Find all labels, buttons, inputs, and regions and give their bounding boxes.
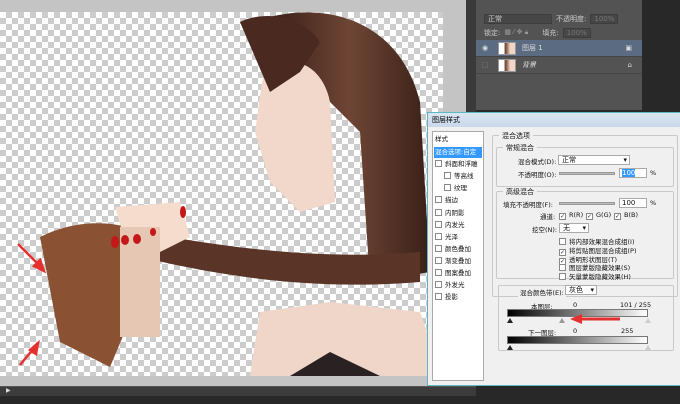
group-title: 高级混合 bbox=[503, 187, 537, 197]
dialog-title: 图层样式 bbox=[428, 113, 680, 127]
style-item[interactable]: 光泽 bbox=[435, 232, 458, 243]
layer-style-dialog: 图层样式 样式 混合选项:自定 斜面和浮雕等高线纹理描边内阴影内发光光泽颜色叠加… bbox=[427, 112, 680, 386]
fill-input[interactable]: 100% bbox=[562, 27, 591, 38]
style-list: 样式 混合选项:自定 斜面和浮雕等高线纹理描边内阴影内发光光泽颜色叠加渐变叠加图… bbox=[432, 131, 484, 381]
layer-thumbnail bbox=[498, 41, 516, 55]
styles-header[interactable]: 样式 bbox=[435, 134, 448, 145]
layer-row[interactable]: ◉ 图层 1 ▣ bbox=[476, 40, 642, 57]
checkbox[interactable] bbox=[435, 244, 442, 252]
eye-icon[interactable]: ◉ bbox=[476, 44, 494, 52]
this-layer-high-value: 101 / 255 bbox=[620, 301, 652, 309]
lock-icon[interactable]: ▦ ⁄ ✥ 🔒︎ bbox=[504, 28, 528, 37]
underlying-low-value: 0 bbox=[573, 327, 578, 335]
style-item-label: 外发光 bbox=[445, 281, 465, 290]
advanced-option-checkbox[interactable]: 矢量蒙版隐藏效果(H) bbox=[559, 271, 631, 281]
layer-thumbnail bbox=[498, 58, 516, 72]
opacity-label: 不透明度(O): bbox=[518, 171, 557, 179]
red-arrow-icon bbox=[17, 243, 47, 366]
style-item-label: 渐变叠加 bbox=[445, 256, 471, 265]
checkbox[interactable] bbox=[435, 208, 442, 216]
panel-gutter bbox=[642, 0, 680, 110]
style-item[interactable]: 等高线 bbox=[444, 171, 474, 182]
checkbox[interactable] bbox=[435, 281, 442, 289]
layer-name: 图层 1 bbox=[522, 44, 543, 52]
fill-opacity-input[interactable]: 100 bbox=[619, 198, 647, 208]
underlying-layer-gradient bbox=[507, 336, 648, 344]
opacity-input[interactable]: 100 bbox=[619, 168, 647, 178]
style-item-label: 图案叠加 bbox=[445, 269, 471, 277]
knockout-select[interactable]: 无 bbox=[559, 223, 589, 233]
this-layer-low-value: 0 bbox=[573, 301, 578, 309]
checkbox[interactable] bbox=[435, 220, 442, 228]
underlying-high-value: 255 bbox=[621, 327, 634, 335]
smart-object-icon: ▣ bbox=[625, 44, 632, 52]
style-item-label: 等高线 bbox=[454, 172, 474, 181]
style-item[interactable]: 外发光 bbox=[435, 280, 465, 291]
fill-label: 填充: bbox=[542, 28, 559, 37]
checkbox[interactable] bbox=[435, 256, 442, 264]
style-item-label: 光泽 bbox=[445, 232, 458, 241]
underlying-black-slider[interactable] bbox=[507, 345, 513, 350]
blend-mode-label: 混合模式(D): bbox=[518, 158, 557, 166]
checkbox[interactable] bbox=[444, 184, 451, 192]
style-item-label: 纹理 bbox=[454, 184, 467, 193]
play-icon[interactable]: ▶ bbox=[6, 387, 11, 394]
checkbox[interactable] bbox=[435, 269, 442, 276]
style-item-label: 投影 bbox=[445, 293, 458, 302]
style-item-label: 内阴影 bbox=[445, 208, 465, 217]
lock-label: 锁定: bbox=[484, 28, 501, 37]
fill-opacity-label: 填充不透明度(F): bbox=[503, 201, 554, 209]
checkbox[interactable] bbox=[435, 160, 442, 168]
group-title: 常规混合 bbox=[503, 143, 537, 153]
style-item-blend-options[interactable]: 混合选项:自定 bbox=[434, 147, 482, 158]
checkbox-label: 矢量蒙版隐藏效果(H) bbox=[569, 273, 631, 282]
style-item-label: 内发光 bbox=[445, 220, 465, 229]
blend-mode-select[interactable]: 正常 bbox=[558, 155, 630, 165]
checkbox[interactable] bbox=[435, 232, 442, 240]
channel-b-checkbox[interactable]: ✓ B(B) bbox=[614, 211, 638, 220]
woman-photo bbox=[17, 12, 443, 376]
style-item[interactable]: 内阴影 bbox=[435, 208, 465, 219]
style-item[interactable]: 渐变叠加 bbox=[435, 256, 471, 267]
checkbox[interactable] bbox=[435, 196, 442, 204]
this-layer-white-slider[interactable] bbox=[645, 318, 651, 323]
style-item[interactable]: 图案叠加 bbox=[435, 268, 471, 279]
percent-sign: % bbox=[650, 169, 657, 177]
style-item-label: 描边 bbox=[445, 196, 458, 205]
style-item[interactable]: 纹理 bbox=[444, 183, 467, 194]
this-layer-white-slider-split[interactable] bbox=[559, 318, 565, 323]
general-blending-group: 常规混合 bbox=[496, 143, 674, 187]
style-item[interactable]: 斜面和浮雕 bbox=[435, 159, 478, 170]
channel-r-checkbox[interactable]: ✓ R(R) bbox=[559, 211, 583, 220]
style-item-label: 斜面和浮雕 bbox=[445, 160, 478, 169]
layer-blend-mode-select[interactable]: 正常 bbox=[484, 13, 552, 24]
status-bar: ▶ bbox=[0, 386, 476, 396]
checkbox[interactable] bbox=[435, 293, 442, 301]
style-item[interactable]: 描边 bbox=[435, 195, 458, 206]
blend-if-label: 混合颜色带(E): bbox=[518, 287, 566, 297]
channel-g-checkbox[interactable]: ✓ G(G) bbox=[586, 211, 611, 220]
opacity-value: 100 bbox=[622, 169, 636, 177]
layer-row[interactable]: □ 背景 ⌂ bbox=[476, 57, 642, 74]
red-arrow-icon bbox=[570, 314, 620, 324]
fill-opacity-slider[interactable] bbox=[559, 202, 615, 205]
knockout-label: 挖空(N): bbox=[532, 226, 558, 234]
opacity-label: 不透明度: bbox=[556, 14, 587, 23]
visibility-toggle[interactable]: □ bbox=[476, 61, 494, 69]
layer-name: 背景 bbox=[522, 61, 536, 69]
style-item[interactable]: 投影 bbox=[435, 292, 458, 303]
channels-label: 通道: bbox=[540, 213, 556, 221]
group-title: 混合选项 bbox=[499, 131, 533, 141]
this-layer-black-slider[interactable] bbox=[507, 318, 513, 323]
blend-if-select[interactable]: 灰色 bbox=[565, 285, 597, 295]
underlying-white-slider[interactable] bbox=[645, 345, 651, 350]
style-item[interactable]: 内发光 bbox=[435, 220, 465, 231]
style-item-label: 颜色叠加 bbox=[445, 244, 471, 253]
opacity-slider[interactable] bbox=[559, 172, 615, 175]
checkbox[interactable] bbox=[444, 172, 451, 180]
percent-sign: % bbox=[650, 199, 657, 207]
lock-icon: ⌂ bbox=[627, 61, 632, 69]
style-item[interactable]: 颜色叠加 bbox=[435, 244, 471, 255]
opacity-input[interactable]: 100% bbox=[590, 13, 619, 24]
